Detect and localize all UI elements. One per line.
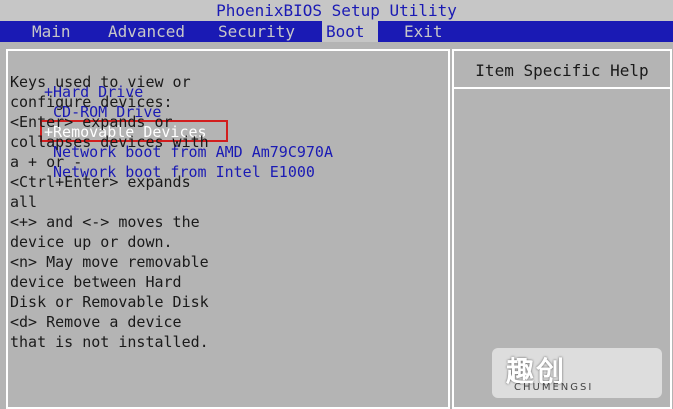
- bios-title-bar: PhoenixBIOS Setup Utility: [0, 0, 673, 21]
- help-line: <n> May move removable: [10, 253, 209, 271]
- help-line: that is not installed.: [10, 333, 209, 351]
- watermark-logo: 趣创 CHUMENGSI: [492, 348, 662, 398]
- menu-tab-exit[interactable]: Exit: [400, 21, 447, 42]
- help-line: Keys used to view or: [10, 73, 191, 91]
- help-line: <d> Remove a device: [10, 313, 182, 331]
- watermark-subtext: CHUMENGSI: [514, 382, 594, 393]
- help-line: device up or down.: [10, 233, 173, 251]
- help-line: configure devices:: [10, 93, 173, 111]
- help-line: device between Hard: [10, 273, 182, 291]
- help-line: Disk or Removable Disk: [10, 293, 209, 311]
- help-line: all: [10, 193, 38, 211]
- menu-tab-advanced[interactable]: Advanced: [104, 21, 189, 42]
- help-line: a + or -: [10, 153, 83, 171]
- bios-title: PhoenixBIOS Setup Utility: [216, 1, 457, 20]
- help-line: <Ctrl+Enter> expands: [10, 173, 191, 191]
- menu-tab-main[interactable]: Main: [28, 21, 75, 42]
- help-line: <+> and <-> moves the: [10, 213, 200, 231]
- menu-bar: Main Advanced Security Boot Exit: [0, 21, 673, 42]
- help-line: collapses devices with: [10, 133, 209, 151]
- help-header: Item Specific Help: [454, 51, 670, 89]
- help-text: Keys used to view or configure devices: …: [10, 72, 215, 352]
- help-line: <Enter> expands or: [10, 113, 173, 131]
- menu-tab-boot[interactable]: Boot: [322, 21, 378, 42]
- menu-tab-security[interactable]: Security: [214, 21, 299, 42]
